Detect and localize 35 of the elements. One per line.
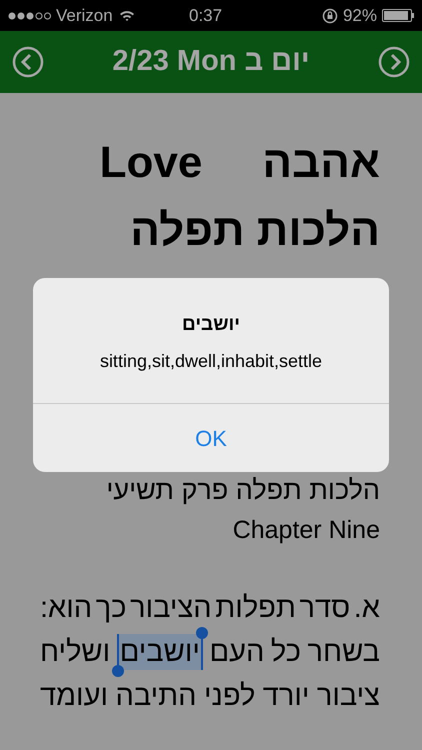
paragraph-word: לפני xyxy=(204,679,256,714)
alert-title: יושבים xyxy=(182,313,240,337)
paragraph-word: סדר xyxy=(300,591,350,626)
paragraph-word: א. xyxy=(354,591,380,626)
title-hebrew: אהבה xyxy=(262,137,380,189)
selection-handle[interactable] xyxy=(112,665,124,677)
navigation-title: 2/23 Mon יום ב xyxy=(112,44,310,80)
signal-strength-icon xyxy=(8,12,51,20)
paragraph-word: הוא: xyxy=(40,591,92,626)
alert-message: sitting,sit,dwell,inhabit,settle xyxy=(100,350,322,373)
paragraph-word: ציבור xyxy=(316,679,380,714)
paragraph-word: העם xyxy=(209,635,264,670)
battery-icon xyxy=(382,9,414,22)
paragraph-word: כך xyxy=(96,591,127,626)
ok-button[interactable]: OK xyxy=(33,404,389,472)
subtitle: הלכות תפלה xyxy=(130,205,380,257)
carrier-name: Verizon xyxy=(56,4,113,27)
paragraph-word: תפלות xyxy=(215,591,296,626)
clock-time: 0:37 xyxy=(189,4,222,27)
paragraph-word: התיבה xyxy=(115,679,197,714)
selection-handle[interactable] xyxy=(196,627,208,639)
rotation-lock-icon xyxy=(322,8,338,24)
paragraph-word: ועומד xyxy=(40,679,108,714)
back-button[interactable] xyxy=(12,46,44,78)
paragraph-word: יורד xyxy=(262,679,310,714)
paragraph-word: כל xyxy=(270,635,301,670)
forward-button[interactable] xyxy=(378,46,410,78)
title-english: Love xyxy=(100,137,202,189)
chapter-title-hebrew: הלכות תפלה פרק תשיעי xyxy=(106,474,380,507)
chapter-title-english: Chapter Nine xyxy=(232,515,380,546)
wifi-icon xyxy=(118,9,135,22)
paragraph-word: הציבור xyxy=(130,591,212,626)
paragraph-word: בשחר xyxy=(307,635,380,670)
battery-percent: 92% xyxy=(342,4,377,27)
paragraph-word: ושליח xyxy=(40,635,110,670)
